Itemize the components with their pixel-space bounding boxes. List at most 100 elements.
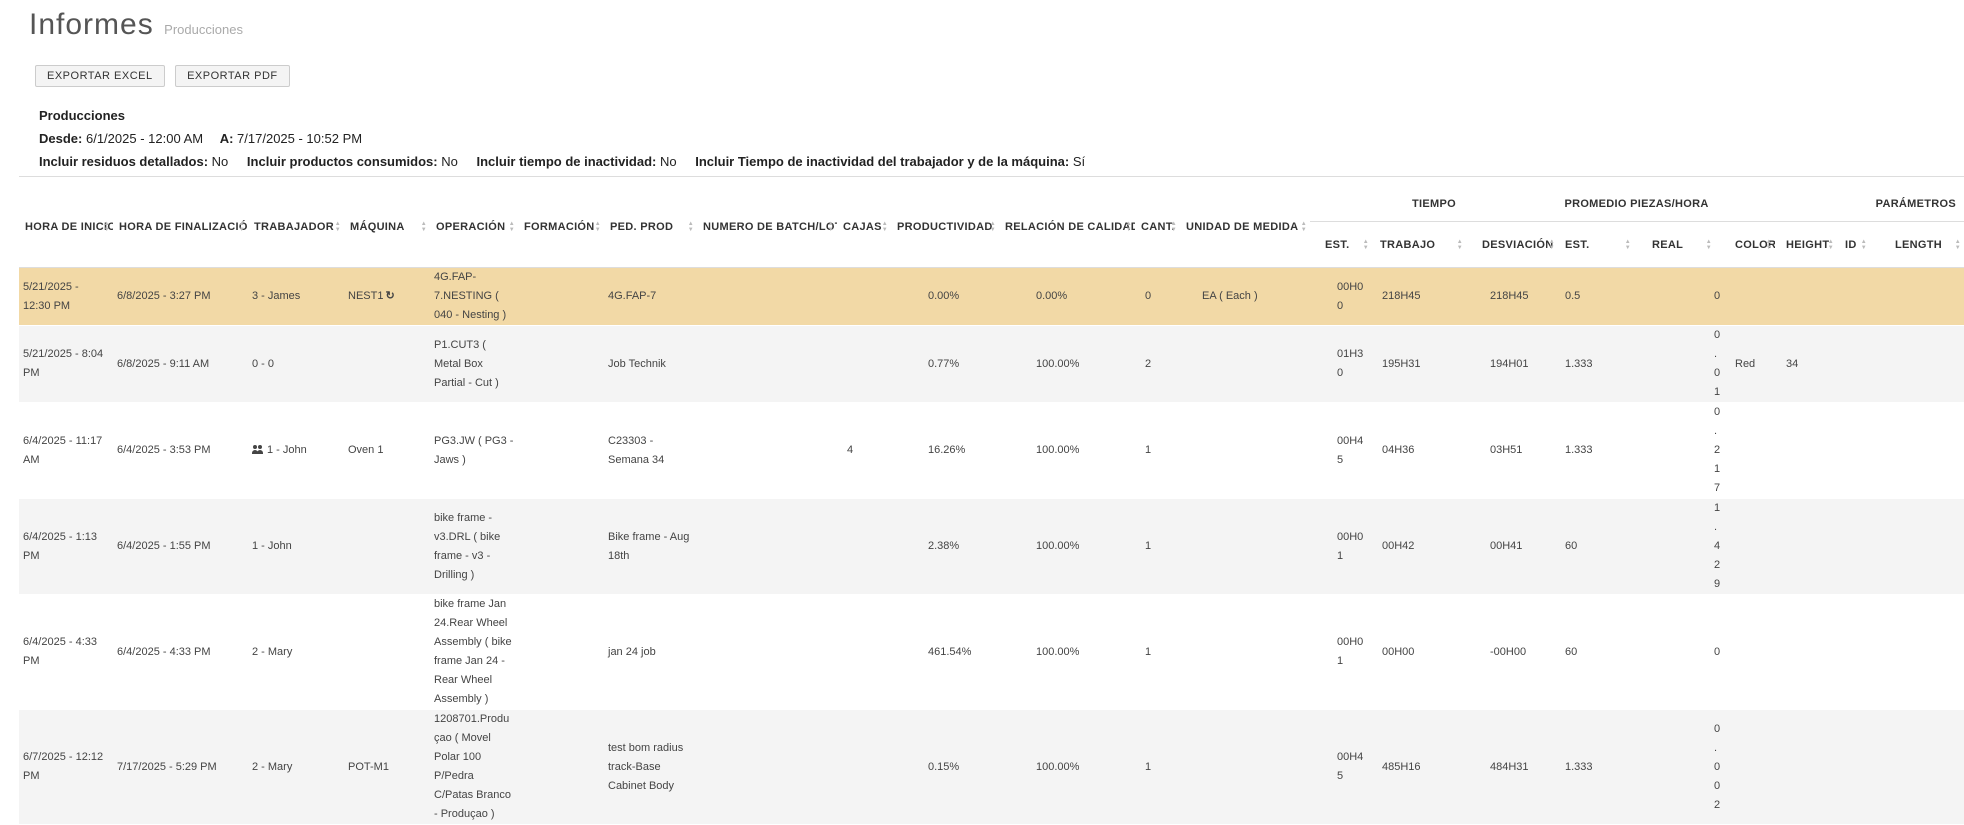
col-quality-ratio[interactable]: RELACIÓN DE CALIDAD [999,187,1135,268]
p_real-value: 0.01 [1714,329,1721,398]
col-time-work[interactable]: TRABAJO [1372,221,1466,268]
quality-value: 100.00% [1036,540,1080,552]
cell-batch [697,710,837,825]
export-pdf-button[interactable]: EXPORTAR PDF [175,65,290,87]
cell-uom [1180,595,1310,710]
col-boxes[interactable]: CAJAS [837,187,891,268]
cell-height [1775,268,1837,326]
cell-start: 6/4/2025 - 11:17 AM [19,403,113,499]
t_work-value: 00H00 [1382,645,1415,658]
machine-value: Oven 1 [348,444,384,456]
col-time-deviation[interactable]: DESVIACIÓN [1466,221,1558,268]
col-param-length[interactable]: LENGTH [1870,221,1964,268]
cell-height [1775,499,1837,595]
cell-training [518,710,604,825]
col-param-height[interactable]: HEIGHT [1775,221,1837,268]
worker-value: 1 - John [252,540,292,552]
col-machine[interactable]: MÁQUINA [344,187,430,268]
col-operation[interactable]: OPERACIÓN [430,187,518,268]
cell-operation: PG3.JW ( PG3 - Jaws ) [430,403,518,499]
qty-value: 0 [1145,290,1152,302]
p_real-value: 0.217 [1714,406,1721,494]
col-avg-est[interactable]: EST. [1558,221,1634,268]
cell-qty: 2 [1135,326,1180,403]
cell-uom [1180,499,1310,595]
col-worker[interactable]: TRABAJADOR [248,187,344,268]
start-value: 5/21/2025 - 12:30 PM [23,280,79,312]
col-batch-number[interactable]: NUMERO DE BATCH/LOTE [697,187,837,268]
cell-end: 6/4/2025 - 1:55 PM [113,499,248,595]
table-row[interactable]: 6/7/2025 - 12:12 PM 7/17/2025 - 5:29 PM 2 … [19,709,1964,825]
qty-value: 1 [1145,760,1152,773]
order-value: Bike frame - Aug 18th [608,530,690,562]
operation-value: 4G.FAP-7.NESTING ( 040 - Nesting ) [434,271,507,321]
col-start-time[interactable]: HORA DE INICIO [19,187,113,268]
cell-length [1870,268,1964,326]
table-row[interactable]: 6/4/2025 - 11:17 AM 6/4/2025 - 3:53 PM 1 -… [19,402,1964,499]
cell-length [1870,710,1964,825]
p_est-value: 1.333 [1565,444,1593,456]
col-quantity[interactable]: CANT. [1135,187,1180,268]
include-downtime-value: No [659,154,677,169]
t_dev-value: 00H41 [1490,540,1523,552]
include-worker-machine-downtime-label: Incluir Tiempo de inactividad del trabaj… [695,154,1070,169]
p_real-value: 0.002 [1714,722,1721,811]
export-excel-button[interactable]: EXPORTAR EXCEL [35,65,165,87]
cell-order: C23303 - Semana 34 [604,403,697,499]
cell-quality: 100.00% [999,499,1135,595]
desde-label: Desde: [39,131,83,146]
col-param-color[interactable]: COLOR [1715,221,1775,268]
col-param-id[interactable]: ID [1837,221,1870,268]
a-label: A: [219,131,234,146]
cell-t-work: 218H45 [1372,268,1466,326]
cell-training [518,268,604,326]
cell-t-work: 195H31 [1372,326,1466,403]
cell-start: 6/4/2025 - 4:33 PM [19,595,113,710]
col-avg-real[interactable]: REAL [1634,221,1715,268]
table-row[interactable]: 6/4/2025 - 4:33 PM 6/4/2025 - 4:33 PM 2 - … [19,594,1964,710]
p_est-value: 60 [1565,540,1578,552]
cell-t-est: 00H00 [1310,268,1372,326]
export-toolbar: EXPORTAR EXCEL EXPORTAR PDF [35,65,296,87]
cell-order: jan 24 job [604,595,697,710]
t_dev-value: -00H00 [1490,645,1527,658]
operation-value: PG3.JW ( PG3 - Jaws ) [434,434,514,466]
t_dev-value: 484H31 [1490,760,1529,773]
col-production-order[interactable]: PED. PROD [604,187,697,268]
qty-value: 1 [1145,645,1152,658]
t_est-value: 00H01 [1337,636,1364,667]
cell-productivity: 16.26% [891,403,999,499]
table-row[interactable]: 5/21/2025 - 12:30 PM 6/8/2025 - 3:27 PM 3 … [19,267,1964,326]
cell-id [1837,326,1870,403]
cell-order: Bike frame - Aug 18th [604,499,697,595]
table-row[interactable]: 6/4/2025 - 1:13 PM 6/4/2025 - 1:55 PM 1 - … [19,498,1964,595]
reload-icon[interactable]: ↻ [385,290,394,302]
cell-productivity: 0.15% [891,710,999,825]
cell-batch [697,499,837,595]
cell-p-est: 60 [1558,595,1634,710]
start-value: 5/21/2025 - 8:04 PM [23,348,104,379]
cell-quality: 0.00% [999,268,1135,326]
productivity-value: 0.15% [928,760,960,773]
col-productivity[interactable]: PRODUCTIVIDAD [891,187,999,268]
cell-quality: 100.00% [999,595,1135,710]
cell-boxes: 4 [837,403,891,499]
col-training[interactable]: FORMACIÓN [518,187,604,268]
include-worker-machine-downtime-value: Sí [1072,154,1086,169]
col-unit-of-measure[interactable]: UNIDAD DE MEDIDA [1180,187,1310,268]
cell-machine: NEST1 ↻ [344,268,430,326]
cell-id [1837,403,1870,499]
table-row[interactable]: 5/21/2025 - 8:04 PM 6/8/2025 - 9:11 AM 0 -… [19,325,1964,403]
cell-p-est: 1.333 [1558,403,1634,499]
col-end-time[interactable]: HORA DE FINALIZACIÓN [113,187,248,268]
group-promedio: PROMEDIO PIEZAS/HORA [1558,187,1715,222]
cell-id [1837,595,1870,710]
cell-end: 7/17/2025 - 5:29 PM [113,710,248,825]
t_work-value: 04H36 [1382,444,1415,456]
cell-length [1870,326,1964,403]
group-tiempo-label: TIEMPO [1412,198,1456,210]
cell-productivity: 2.38% [891,499,999,595]
cell-training [518,499,604,595]
boxes-value: 4 [847,444,854,456]
col-time-est[interactable]: EST. [1310,221,1372,268]
